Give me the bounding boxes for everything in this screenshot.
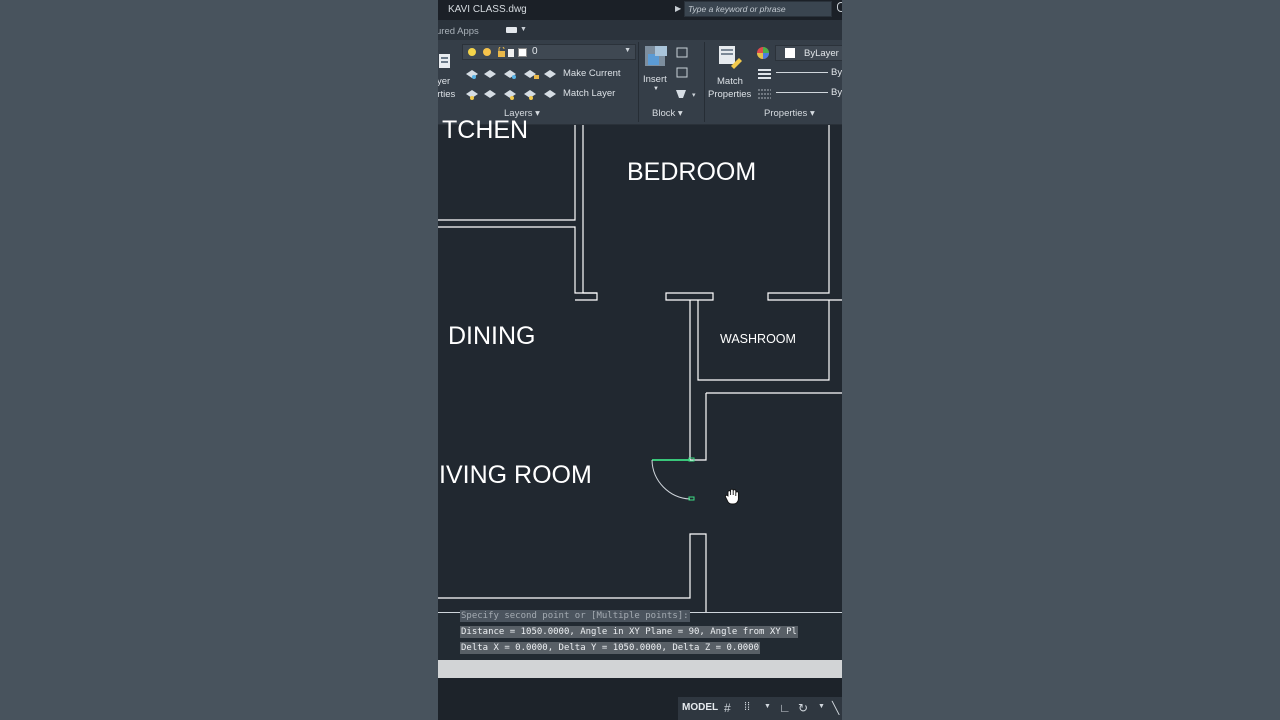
title-bar: KAVI CLASS.dwg ▶ [438, 0, 842, 20]
ribbon-tab-row: ured Apps ▼ [438, 20, 842, 40]
ribbon: yer erties 0 ▼ [438, 40, 842, 125]
search-box[interactable] [684, 1, 832, 17]
insert-block-icon[interactable] [642, 43, 670, 71]
block-panel-label: Block [652, 108, 676, 119]
room-label-living-room: IVING ROOM [439, 461, 592, 489]
color-swatch [785, 48, 795, 58]
command-output-distance: Distance = 1050.0000, Angle in XY Plane … [460, 626, 798, 638]
svg-text:▾: ▾ [692, 92, 696, 99]
lineweight-icon [758, 69, 771, 79]
status-bar: MODEL # ⁞⁞ ▼ ∟ ↻ ▼ ╲ [678, 697, 842, 720]
right-letterbox [842, 0, 1280, 720]
chevron-right-icon[interactable]: ▶ [675, 4, 681, 13]
room-label-bedroom: BEDROOM [627, 158, 757, 186]
layer-tool-icons[interactable] [464, 66, 558, 106]
ortho-icon[interactable]: ∟ [779, 701, 791, 715]
bedroom-door-jamb [665, 292, 714, 301]
pan-hand-cursor-icon [724, 488, 739, 505]
linetype-icon [758, 89, 771, 99]
autocad-window: KAVI CLASS.dwg ▶ ured Apps ▼ yer erties [438, 0, 842, 720]
command-output-delta: Delta X = 0.0000, Delta Y = 1050.0000, D… [460, 642, 761, 654]
color-dropdown[interactable]: ByLayer [775, 45, 842, 61]
color-wheel-icon[interactable] [756, 46, 772, 60]
match-layer-button[interactable]: Match Layer [563, 88, 615, 99]
drawing-canvas[interactable]: TCHEN BEDROOM DINING WASHROOM IVING ROOM [438, 116, 842, 612]
properties-panel-label: Properties [764, 108, 808, 119]
status-area: MODEL # ⁞⁞ ▼ ∟ ↻ ▼ ╲ [438, 678, 842, 720]
linetype-preview [776, 92, 828, 93]
search-icon[interactable] [837, 2, 842, 12]
panel-separator [638, 42, 639, 122]
caret-down-icon[interactable]: ▼ [520, 26, 527, 33]
isodraft-icon[interactable]: ╲ [832, 701, 839, 715]
door-swing-arc [651, 459, 691, 500]
document-title: KAVI CLASS.dwg [448, 4, 527, 15]
color-value: ByLayer [804, 48, 839, 59]
insert-button[interactable]: Insert [643, 74, 667, 85]
match-properties-label-1[interactable]: Match [717, 76, 743, 87]
layer-color-swatch [518, 48, 527, 57]
dropdown-caret-icon[interactable]: ▼ [624, 47, 631, 54]
lower-wall [438, 533, 707, 612]
match-properties-label-2[interactable]: Properties [708, 89, 751, 100]
linetype-dropdown[interactable]: By [774, 85, 842, 101]
panel-separator [704, 42, 705, 122]
linetype-value: By [831, 87, 842, 98]
match-properties-icon[interactable] [717, 44, 743, 70]
block-tool-icons[interactable]: ▾ [674, 46, 700, 104]
lineweight-dropdown[interactable]: By [774, 65, 842, 81]
properties-panel-title[interactable]: Properties ▾ [764, 108, 815, 119]
layer-properties-label-2[interactable]: erties [438, 89, 455, 100]
corridor-wall [689, 300, 698, 461]
room-label-kitchen: TCHEN [442, 116, 529, 144]
left-letterbox [0, 0, 438, 720]
bedroom-wall-right [767, 125, 842, 301]
model-space-button[interactable]: MODEL [682, 702, 718, 713]
polar-tracking-icon[interactable]: ↻ [798, 701, 808, 715]
grid-icon[interactable]: # [724, 701, 731, 715]
layer-state-icons [468, 47, 514, 57]
layer-properties-label-1[interactable]: yer [438, 76, 450, 87]
lineweight-preview [776, 72, 828, 73]
bedroom-wall [582, 125, 597, 294]
insert-caret-icon[interactable]: ▼ [653, 86, 659, 92]
living-wall [698, 393, 707, 461]
current-layer-name: 0 [532, 46, 538, 57]
room-label-dining: DINING [448, 322, 536, 350]
polar-caret-icon[interactable]: ▼ [818, 703, 825, 710]
lineweight-value: By [831, 67, 842, 78]
panel-toggle-icon[interactable] [506, 27, 517, 33]
tab-featured-apps[interactable]: ured Apps [438, 26, 479, 37]
command-input[interactable] [438, 660, 842, 678]
snap-icon[interactable]: ⁞⁞ [744, 701, 750, 713]
kitchen-dining-wall [438, 226, 598, 301]
room-label-washroom: WASHROOM [720, 332, 796, 346]
snap-caret-icon[interactable]: ▼ [764, 703, 771, 710]
command-history-line: Specify second point or [Multiple points… [460, 610, 690, 622]
block-panel-title[interactable]: Block ▾ [652, 108, 683, 119]
floor-plan [438, 125, 842, 612]
layer-properties-icon[interactable] [438, 52, 452, 70]
search-input[interactable] [688, 3, 826, 15]
make-current-button[interactable]: Make Current [563, 68, 621, 79]
command-line-history: Specify second point or [Multiple points… [438, 610, 842, 661]
layer-dropdown[interactable]: 0 ▼ [462, 44, 636, 60]
